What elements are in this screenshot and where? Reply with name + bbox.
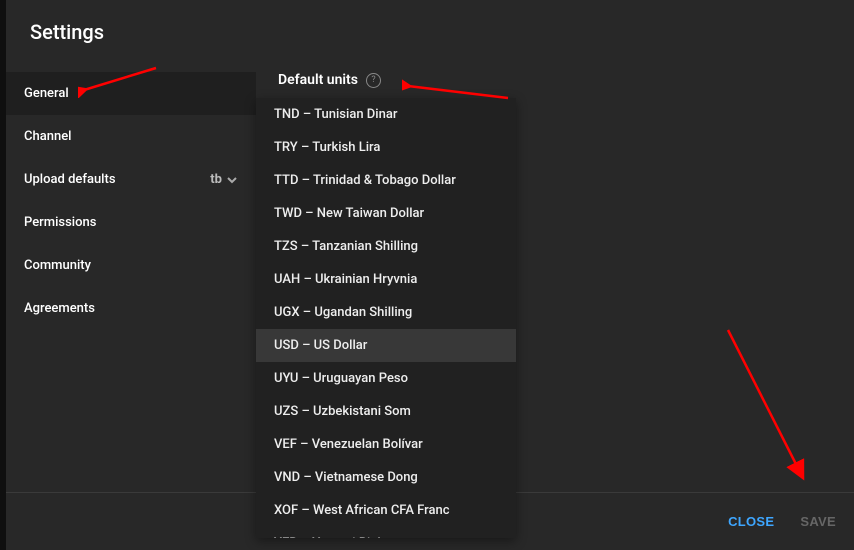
settings-sidebar: General Channel Upload defaults tb Permissio… — [6, 58, 256, 550]
main-panel: Default units ? TND – Tunisian DinarTRY … — [256, 58, 854, 550]
sidebar-item-community[interactable]: Community — [6, 244, 256, 287]
section-title: Default units — [278, 72, 358, 88]
currency-option[interactable]: USD – US Dollar — [256, 329, 516, 362]
sidebar-item-label: Channel — [24, 129, 71, 144]
modal-body: General Channel Upload defaults tb Permissio… — [6, 58, 854, 550]
sidebar-item-label: Permissions — [24, 215, 96, 230]
chevron-down-icon — [226, 174, 238, 186]
currency-option[interactable]: UYU – Uruguayan Peso — [256, 362, 516, 395]
sidebar-item-label: Upload defaults — [24, 172, 116, 187]
sidebar-item-label: Community — [24, 258, 91, 273]
help-icon[interactable]: ? — [366, 73, 381, 88]
sidebar-item-channel[interactable]: Channel — [6, 115, 256, 158]
currency-option[interactable]: UGX – Ugandan Shilling — [256, 296, 516, 329]
tubebuddy-icon: tb — [210, 172, 222, 187]
page-title: Settings — [30, 20, 830, 44]
section-heading: Default units ? — [278, 72, 850, 88]
currency-option[interactable]: TZS – Tanzanian Shilling — [256, 230, 516, 263]
sidebar-item-agreements[interactable]: Agreements — [6, 287, 256, 330]
currency-option[interactable]: TRY – Turkish Lira — [256, 131, 516, 164]
currency-option[interactable]: TTD – Trinidad & Tobago Dollar — [256, 164, 516, 197]
currency-option[interactable]: XOF – West African CFA Franc — [256, 494, 516, 527]
sidebar-item-general[interactable]: General — [6, 72, 256, 115]
settings-modal: Settings General Channel Upload defaults tb… — [6, 0, 854, 550]
sidebar-item-label: General — [24, 86, 69, 101]
close-button[interactable]: CLOSE — [728, 514, 774, 529]
currency-option[interactable]: VND – Vietnamese Dong — [256, 461, 516, 494]
currency-option[interactable]: UAH – Ukrainian Hryvnia — [256, 263, 516, 296]
currency-dropdown-panel[interactable]: TND – Tunisian DinarTRY – Turkish LiraTT… — [256, 98, 516, 538]
currency-option[interactable]: TWD – New Taiwan Dollar — [256, 197, 516, 230]
currency-option[interactable]: VEF – Venezuelan Bolívar — [256, 428, 516, 461]
sidebar-item-label: Agreements — [24, 301, 95, 316]
currency-option[interactable]: UZS – Uzbekistani Som — [256, 395, 516, 428]
save-button[interactable]: SAVE — [800, 514, 836, 529]
modal-header: Settings — [6, 0, 854, 58]
sidebar-item-upload-defaults[interactable]: Upload defaults tb — [6, 158, 256, 201]
currency-option[interactable]: TND – Tunisian Dinar — [256, 98, 516, 131]
sidebar-item-permissions[interactable]: Permissions — [6, 201, 256, 244]
currency-option[interactable]: YER – Yemeni Rial — [256, 527, 516, 538]
